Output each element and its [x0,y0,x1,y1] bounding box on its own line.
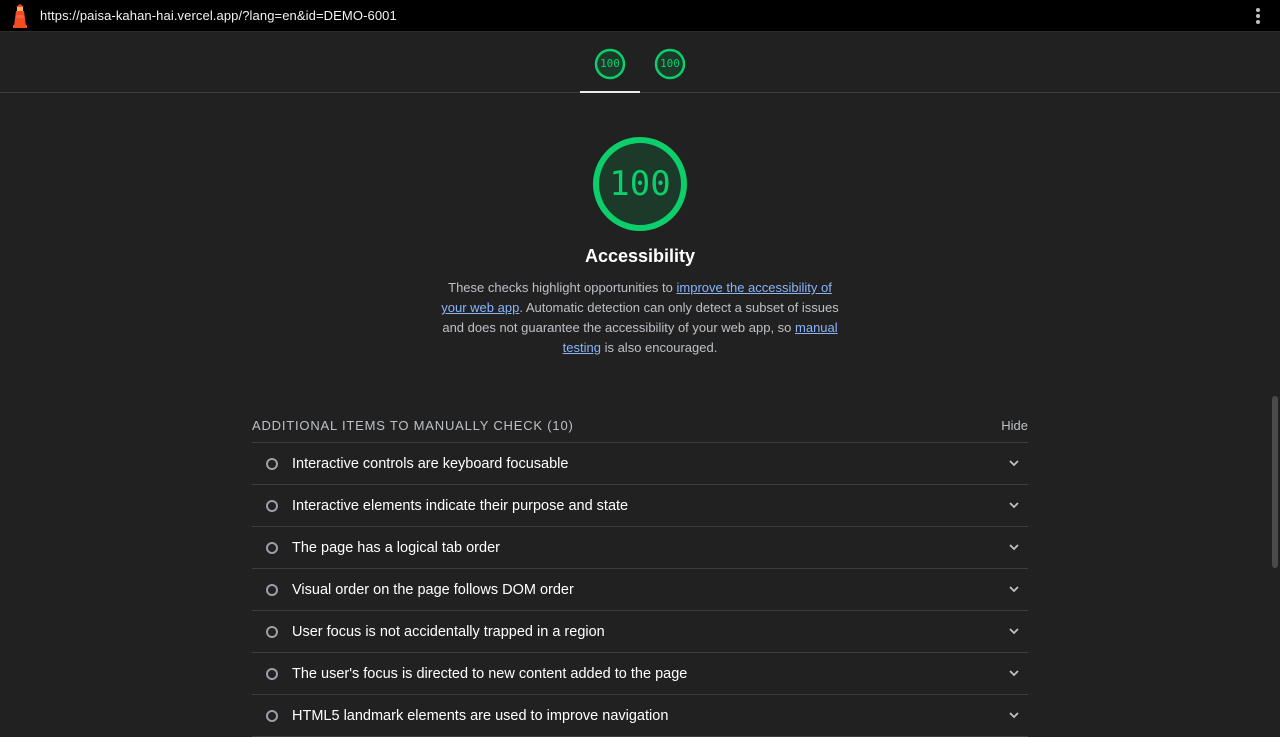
audit-item[interactable]: User focus is not accidentally trapped i… [252,611,1028,653]
audit-title: The page has a logical tab order [292,539,500,556]
audit-list: Interactive controls are keyboard focusa… [252,443,1028,737]
audit-item[interactable]: Interactive controls are keyboard focusa… [252,443,1028,485]
address-url[interactable]: https://paisa-kahan-hai.vercel.app/?lang… [40,8,397,23]
manual-check-group: ADDITIONAL ITEMS TO MANUALLY CHECK (10) … [252,408,1028,737]
desc-text: is also encouraged. [600,340,718,355]
group-title: ADDITIONAL ITEMS TO MANUALLY CHECK (10) [252,417,574,433]
category-score-gauge: 100 [592,136,688,232]
audit-title: Visual order on the page follows DOM ord… [292,581,574,598]
manual-audit-icon [266,584,278,596]
lighthouse-icon [13,4,27,28]
category-title: Accessibility [584,246,696,266]
desc-text: These checks highlight opportunities to [448,280,677,295]
audit-title: The user's focus is directed to new cont… [292,665,688,682]
hide-button[interactable]: Hide [1001,418,1028,433]
audit-item[interactable]: HTML5 landmark elements are used to impr… [252,695,1028,737]
audit-title: Interactive elements indicate their purp… [292,497,629,514]
manual-audit-icon [266,500,278,512]
tab-accessibility-gauge[interactable]: 100 [594,48,626,80]
manual-audit-icon [266,626,278,638]
category-description: These checks highlight opportunities to … [440,278,840,358]
category-tabs-bar: 100 100 [0,32,1280,93]
audit-item[interactable]: Visual order on the page follows DOM ord… [252,569,1028,611]
chevron-down-icon[interactable] [1008,667,1020,679]
chevron-down-icon[interactable] [1008,457,1020,469]
manual-audit-icon [266,458,278,470]
chevron-down-icon[interactable] [1008,541,1020,553]
audit-title: User focus is not accidentally trapped i… [292,623,605,640]
tab-score: 100 [600,57,620,70]
audit-item[interactable]: The page has a logical tab order [252,527,1028,569]
chevron-down-icon[interactable] [1008,709,1020,721]
scrollbar-thumb[interactable] [1272,396,1278,568]
active-tab-indicator [580,91,640,93]
tab-second-gauge[interactable]: 100 [654,48,686,80]
chevron-down-icon[interactable] [1008,625,1020,637]
audit-title: Interactive controls are keyboard focusa… [292,455,569,472]
more-vert-icon[interactable] [1256,8,1260,24]
manual-audit-icon [266,710,278,722]
audit-item[interactable]: The user's focus is directed to new cont… [252,653,1028,695]
browser-bar: https://paisa-kahan-hai.vercel.app/?lang… [0,0,1280,32]
chevron-down-icon[interactable] [1008,499,1020,511]
manual-audit-icon [266,668,278,680]
category-score: 100 [609,164,671,204]
chevron-down-icon[interactable] [1008,583,1020,595]
audit-title: HTML5 landmark elements are used to impr… [292,707,669,724]
manual-audit-icon [266,542,278,554]
audit-item[interactable]: Interactive elements indicate their purp… [252,485,1028,527]
group-header: ADDITIONAL ITEMS TO MANUALLY CHECK (10) … [252,408,1028,443]
tab-score: 100 [660,57,680,70]
